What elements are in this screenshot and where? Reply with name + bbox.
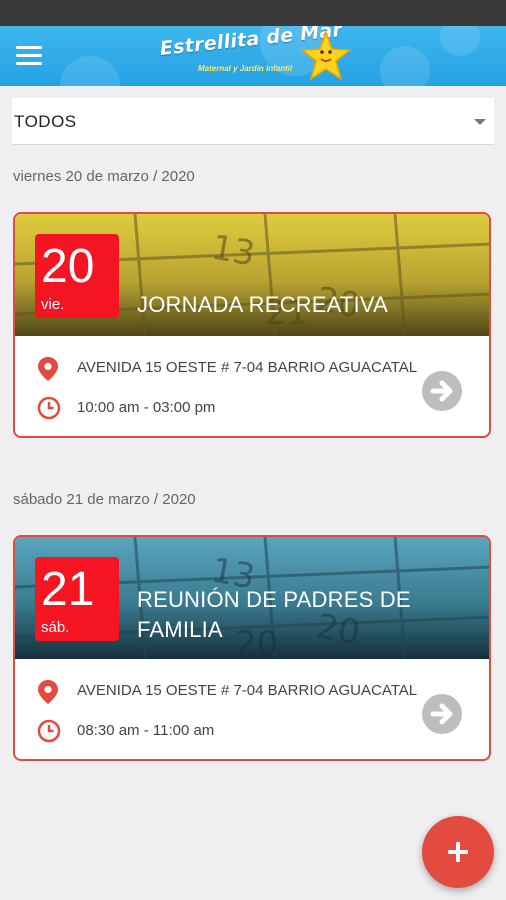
event-day-number: 20 — [41, 240, 95, 293]
event-card[interactable]: 13 20 21 20 vie. JORNADA RECREATIVA AVEN… — [13, 212, 491, 438]
status-bar — [0, 0, 506, 26]
svg-text:13: 13 — [208, 227, 258, 274]
event-banner: 13 20 20 21 sáb. REUNIÓN DE PADRES DE FA… — [15, 537, 489, 659]
event-day-number: 21 — [41, 563, 95, 616]
event-time: 10:00 am - 03:00 pm — [77, 399, 216, 416]
event-card[interactable]: 13 20 20 21 sáb. REUNIÓN DE PADRES DE FA… — [13, 535, 491, 761]
location-pin-icon — [38, 357, 58, 381]
app-bar: Estrellita de Mar Maternal y Jardín Infa… — [0, 26, 506, 86]
event-location: AVENIDA 15 OESTE # 7-04 BARRIO AGUACATAL — [77, 682, 418, 699]
add-event-button[interactable] — [422, 816, 494, 888]
filter-selected-value: TODOS — [14, 112, 77, 131]
event-filter-dropdown[interactable]: TODOS — [12, 98, 494, 145]
event-details: AVENIDA 15 OESTE # 7-04 BARRIO AGUACATAL… — [15, 659, 489, 759]
app-logo: Estrellita de Mar Maternal y Jardín Infa… — [159, 26, 360, 82]
event-day-abbr: vie. — [41, 296, 65, 313]
dropdown-arrow-icon — [474, 119, 486, 125]
arrow-right-circle-icon[interactable] — [421, 370, 463, 412]
arrow-right-circle-icon[interactable] — [421, 693, 463, 735]
event-date-badge: 20 vie. — [35, 234, 119, 318]
location-pin-icon — [38, 680, 58, 704]
event-time: 08:30 am - 11:00 am — [77, 722, 215, 739]
clock-icon — [37, 396, 61, 420]
event-date-heading: sábado 21 de marzo / 2020 — [13, 491, 196, 508]
logo-subtitle: Maternal y Jardín Infantil — [198, 64, 293, 73]
menu-button[interactable] — [14, 42, 46, 70]
clock-icon — [37, 719, 61, 743]
menu-icon — [16, 46, 42, 49]
event-date-badge: 21 sáb. — [35, 557, 119, 641]
event-title: REUNIÓN DE PADRES DE FAMILIA — [137, 587, 411, 642]
event-details: AVENIDA 15 OESTE # 7-04 BARRIO AGUACATAL… — [15, 336, 489, 436]
event-banner: 13 20 21 20 vie. JORNADA RECREATIVA — [15, 214, 489, 336]
event-day-abbr: sáb. — [41, 619, 70, 636]
event-title: JORNADA RECREATIVA — [137, 292, 388, 317]
starfish-icon — [300, 30, 352, 81]
event-date-heading: viernes 20 de marzo / 2020 — [13, 168, 195, 185]
event-location: AVENIDA 15 OESTE # 7-04 BARRIO AGUACATAL — [77, 359, 418, 376]
